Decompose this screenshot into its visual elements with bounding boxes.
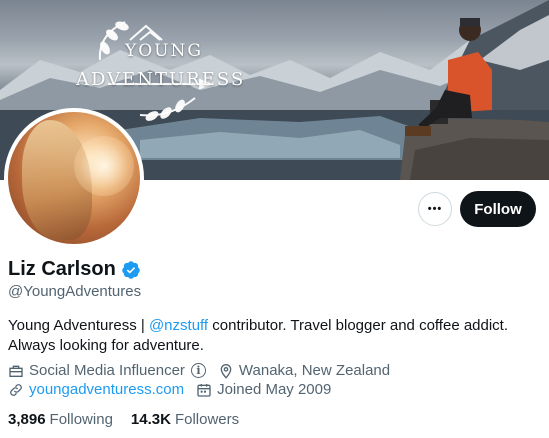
profile-category: Social Media Influencer i xyxy=(8,362,206,379)
banner-logo-line2: ADVENTURESS xyxy=(76,69,246,90)
bio-text-start: Young Adventuress | xyxy=(8,317,149,334)
briefcase-icon xyxy=(9,365,23,377)
followers-label: Followers xyxy=(174,411,240,428)
profile-bio: Young Adventuress | @nzstuff contributor… xyxy=(8,316,543,356)
profile-location-label: Wanaka, New Zealand xyxy=(238,362,391,379)
profile-website[interactable]: youngadventuress.com xyxy=(8,381,184,398)
bio-mention-link[interactable]: @nzstuff xyxy=(149,317,208,334)
profile-handle: @YoungAdventures xyxy=(8,283,142,300)
more-options-button[interactable]: ••• xyxy=(418,192,452,226)
profile-category-label: Social Media Influencer xyxy=(29,362,185,379)
profile-avatar[interactable] xyxy=(4,108,144,248)
location-pin-icon xyxy=(220,363,232,379)
followers-count: 14.3K xyxy=(130,411,171,428)
follow-button[interactable]: Follow xyxy=(460,191,536,227)
avatar-photo-glow xyxy=(74,136,134,196)
following-stat[interactable]: 3,896 Following xyxy=(8,411,113,428)
info-icon[interactable]: i xyxy=(190,363,206,378)
following-count: 3,896 xyxy=(8,411,46,428)
following-label: Following xyxy=(49,411,113,428)
banner-logo: YOUNG ADVENTURESS xyxy=(76,41,246,90)
profile-location: Wanaka, New Zealand xyxy=(218,362,390,379)
link-icon xyxy=(10,383,22,396)
banner-logo-line1: YOUNG xyxy=(125,41,203,61)
followers-stat[interactable]: 14.3K Followers xyxy=(131,411,239,428)
profile-meta-row-2: youngadventuress.com Joined May 2009 xyxy=(8,381,343,398)
verified-badge-icon[interactable] xyxy=(121,260,141,280)
profile-name-row: Liz Carlson xyxy=(8,258,141,281)
more-icon: ••• xyxy=(427,202,443,215)
profile-name: Liz Carlson xyxy=(8,258,116,280)
profile-meta-row-1: Social Media Influencer i Wanaka, New Ze… xyxy=(8,362,402,379)
profile-joined: Joined May 2009 xyxy=(196,381,331,398)
calendar-icon xyxy=(197,383,211,397)
profile-joined-label: Joined May 2009 xyxy=(217,381,332,398)
profile-stats: 3,896 Following 14.3K Followers xyxy=(8,411,257,428)
profile-website-link[interactable]: youngadventuress.com xyxy=(29,381,184,398)
